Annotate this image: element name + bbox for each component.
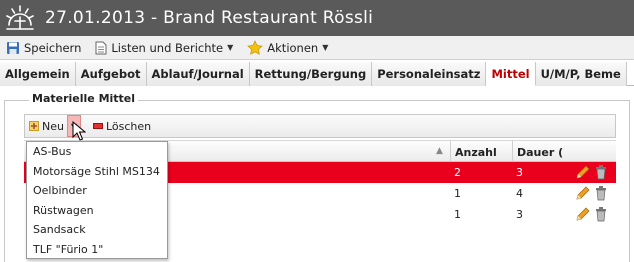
- minus-icon: [92, 123, 103, 129]
- dropdown-item[interactable]: AS-Bus: [27, 142, 167, 162]
- dropdown-item[interactable]: Rüstwagen: [27, 201, 167, 221]
- delete-label: Löschen: [105, 119, 152, 133]
- document-icon: [95, 41, 107, 55]
- sort-ascending-icon[interactable]: ▲: [436, 146, 443, 156]
- new-label: Neu: [42, 119, 64, 133]
- trash-icon[interactable]: [595, 185, 607, 201]
- plus-icon: [29, 121, 39, 131]
- save-button[interactable]: Speichern: [6, 41, 81, 55]
- new-button[interactable]: Neu: [25, 115, 64, 137]
- tab-mittel[interactable]: Mittel: [486, 62, 536, 86]
- actions-menu-button[interactable]: Aktionen ▼: [247, 39, 329, 56]
- reports-label: Listen und Berichte: [111, 40, 224, 55]
- edit-pencil-icon[interactable]: [575, 185, 591, 201]
- edit-pencil-icon[interactable]: [575, 164, 591, 180]
- column-header-dauer[interactable]: Dauer (: [512, 141, 616, 163]
- star-icon: [247, 39, 264, 56]
- mouse-cursor-icon: [72, 121, 86, 141]
- window-title: 27.01.2013 - Brand Restaurant Rössli: [45, 8, 374, 28]
- cell-dauer: 3: [516, 208, 523, 221]
- cell-dauer: 4: [516, 187, 523, 200]
- save-icon: [6, 41, 20, 55]
- main-toolbar: Speichern Listen und Berichte ▼ Aktionen…: [0, 36, 634, 60]
- new-item-dropdown: AS-Bus Motorsäge Stihl MS134 Oelbinder R…: [26, 141, 168, 259]
- delete-button[interactable]: Löschen: [89, 115, 151, 137]
- chevron-down-icon: ▼: [322, 43, 329, 52]
- tab-ump-bemerkungen[interactable]: U/M/P, Beme: [535, 62, 627, 86]
- grid-toolbar: Neu ▼ Löschen: [24, 114, 616, 138]
- chevron-down-icon: ▼: [227, 43, 234, 52]
- dropdown-item[interactable]: TLF "Fürio 1": [27, 240, 167, 260]
- tab-aufgebot[interactable]: Aufgebot: [75, 62, 147, 86]
- trash-icon[interactable]: [595, 206, 607, 222]
- cell-anzahl: 2: [454, 166, 461, 179]
- cell-anzahl: 1: [454, 187, 461, 200]
- tab-personaleinsatz[interactable]: Personaleinsatz: [372, 62, 487, 86]
- reports-menu-button[interactable]: Listen und Berichte ▼: [95, 41, 233, 55]
- save-label: Speichern: [24, 40, 82, 55]
- tab-bar: Allgemein Aufgebot Ablauf/Journal Rettun…: [0, 62, 634, 86]
- dropdown-item[interactable]: Motorsäge Stihl MS134: [27, 162, 167, 182]
- dropdown-item[interactable]: Oelbinder: [27, 181, 167, 201]
- trash-icon[interactable]: [595, 164, 607, 180]
- section-legend: Materielle Mittel: [29, 92, 139, 105]
- dropdown-item[interactable]: Sandsack: [27, 220, 167, 240]
- sunburst-logo-icon: [6, 5, 34, 30]
- cell-dauer: 3: [516, 166, 523, 179]
- cell-anzahl: 1: [454, 208, 461, 221]
- title-bar: 27.01.2013 - Brand Restaurant Rössli: [0, 0, 634, 36]
- tab-rettung-bergung[interactable]: Rettung/Bergung: [249, 62, 373, 86]
- edit-pencil-icon[interactable]: [575, 206, 591, 222]
- tab-allgemein[interactable]: Allgemein: [0, 62, 76, 86]
- tab-ablauf-journal[interactable]: Ablauf/Journal: [146, 62, 250, 86]
- actions-label: Aktionen: [267, 40, 319, 55]
- column-header-anzahl[interactable]: Anzahl: [450, 141, 512, 163]
